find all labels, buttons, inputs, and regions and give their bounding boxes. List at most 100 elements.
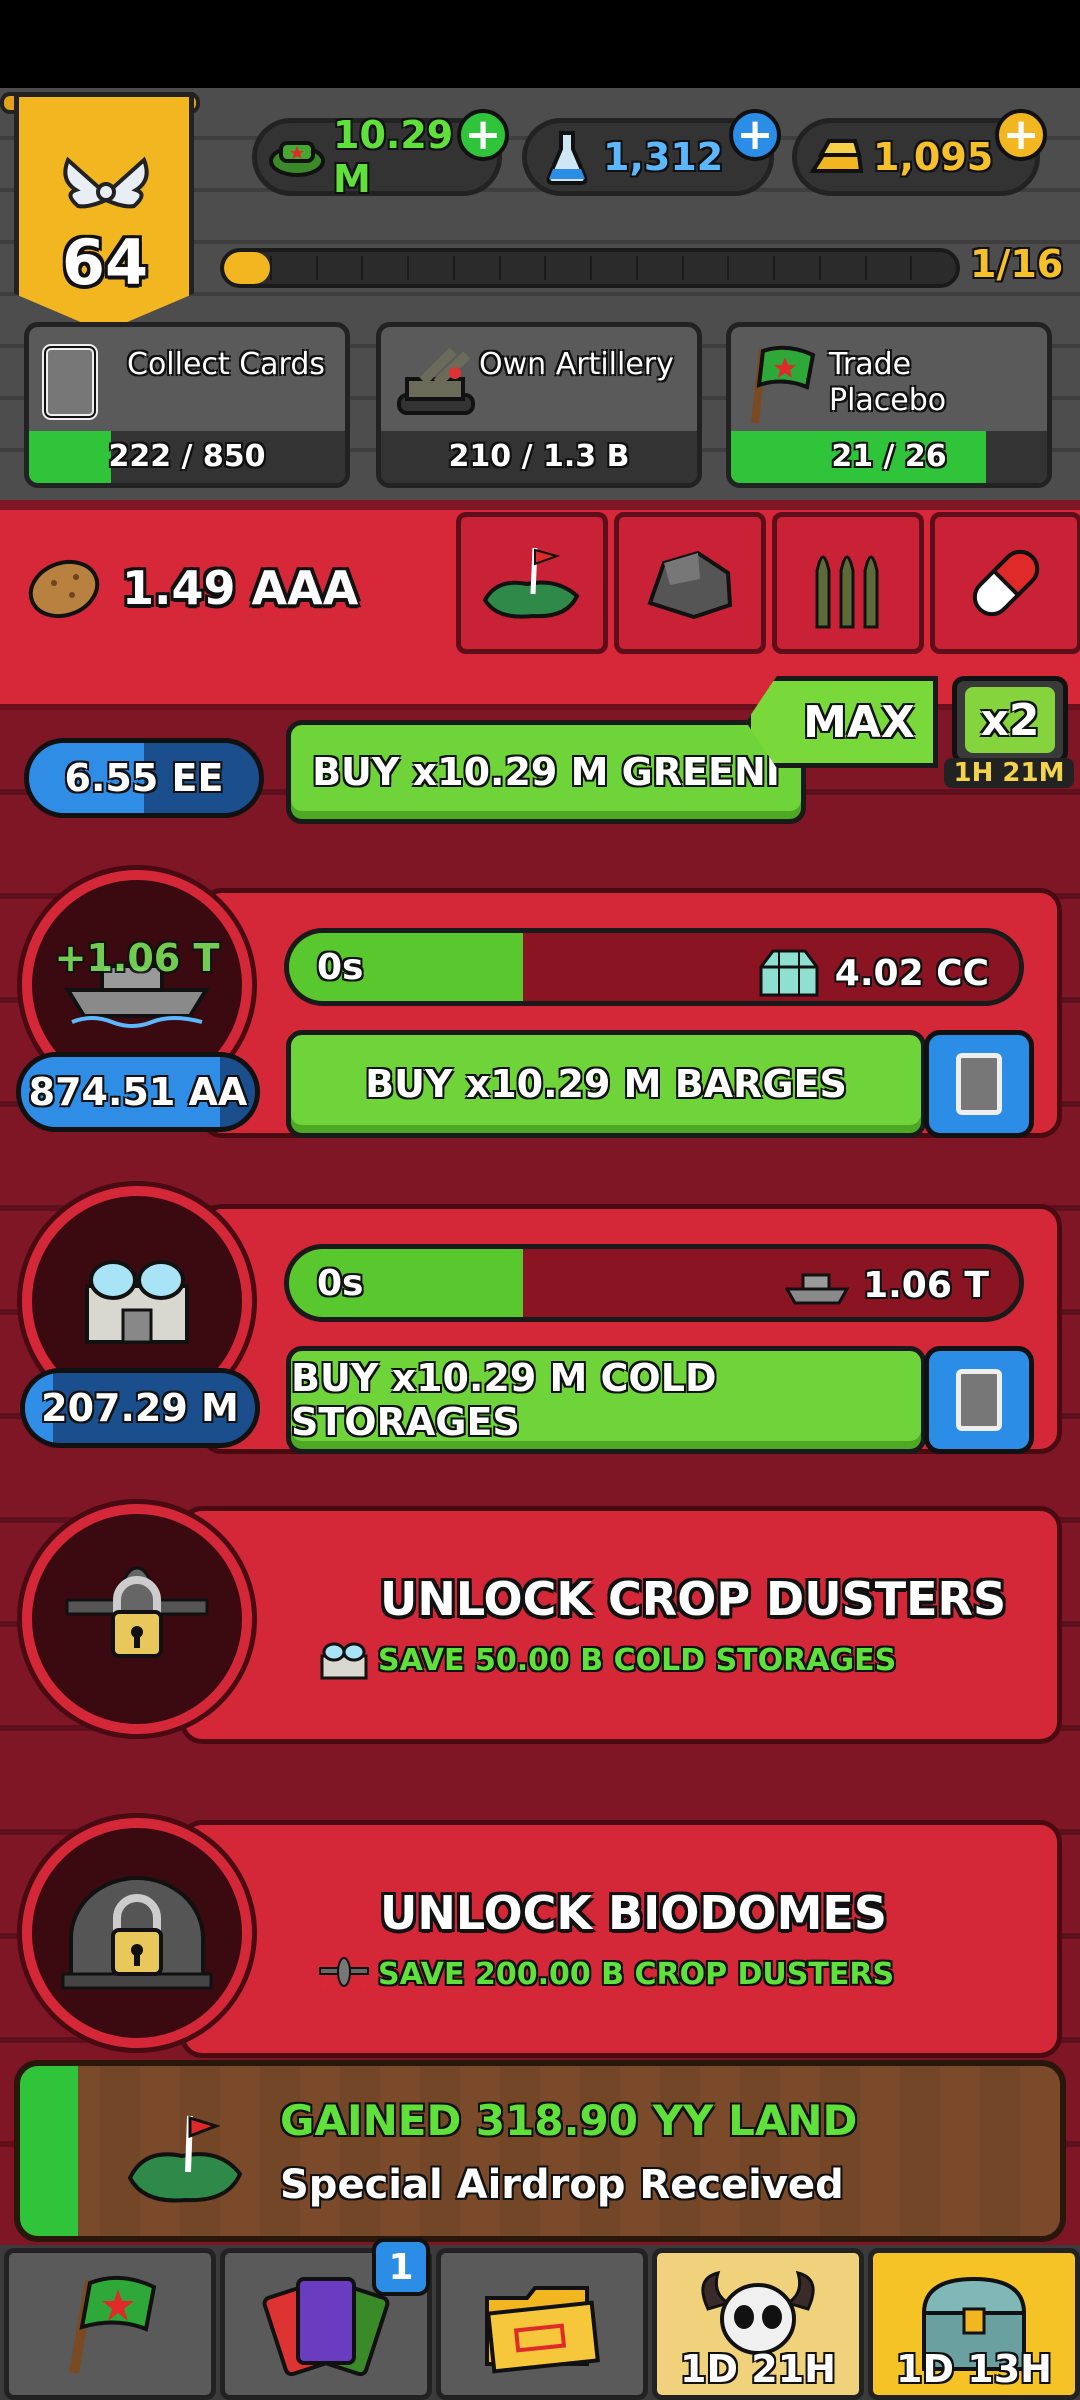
output-value: 4.02 CC: [834, 952, 989, 994]
output-amount: 4.02 CC: [757, 947, 989, 999]
nav-event-skull[interactable]: 1D 21H: [652, 2248, 864, 2400]
max-label: MAX: [803, 696, 915, 748]
mission-trade-placebo[interactable]: Trade Placebo 21 / 26: [726, 322, 1052, 488]
gold-counter[interactable]: 1,095 +: [792, 109, 1047, 196]
crop-duster-icon: [319, 1957, 369, 1991]
xp-segment-divider: [315, 256, 318, 280]
count-value: 6.55 EE: [64, 756, 224, 800]
xp-segment-divider: [727, 256, 730, 280]
xp-progress-fill: [224, 252, 270, 284]
add-gold-button[interactable]: +: [995, 109, 1047, 161]
nav-event-chest[interactable]: 1D 13H: [868, 2248, 1080, 2400]
barges-count: 874.51 AA: [16, 1052, 260, 1132]
science-counter[interactable]: 1,312 +: [522, 109, 781, 196]
boost-timer: 1H 21M: [944, 758, 1074, 788]
mission-collect-cards[interactable]: Collect Cards 222 / 850: [24, 322, 350, 488]
gold-bars-icon: [807, 127, 867, 187]
mission-progress-text: 21 / 26: [831, 439, 947, 474]
event-timer: 1D 21H: [680, 2347, 836, 2391]
xp-segment-divider: [544, 256, 547, 280]
xp-segment-divider: [681, 256, 684, 280]
x2-boost-button[interactable]: x2: [952, 676, 1068, 764]
xp-segment-divider: [407, 256, 409, 280]
add-science-button[interactable]: +: [729, 109, 781, 161]
ammo-icon: [815, 555, 879, 629]
tab-pill[interactable]: [930, 512, 1080, 654]
land-flag-icon: [482, 547, 580, 619]
mission-own-artillery[interactable]: Own Artillery 210 / 1.3 B: [376, 322, 702, 488]
mission-label: Own Artillery: [479, 347, 674, 382]
cards-badge: 1: [372, 2238, 430, 2296]
buy-cold-storages-button[interactable]: BUY x10.29 M COLD STORAGES: [286, 1346, 926, 1454]
tab-ore[interactable]: [614, 512, 766, 654]
cold-storages-card-upgrade-button[interactable]: [924, 1346, 1034, 1454]
pill-icon: [972, 549, 1040, 617]
padlock-plane-icon: [65, 1566, 209, 1658]
land-flag-icon: [127, 2115, 243, 2203]
cold-storages-count: 207.29 M: [20, 1368, 260, 1448]
requirement-text: SAVE 50.00 B COLD STORAGES: [378, 1642, 897, 1678]
count-value: 207.29 M: [41, 1386, 239, 1430]
artillery-icon: [393, 343, 475, 423]
xp-segment-divider: [910, 256, 913, 280]
xp-segment-divider: [269, 256, 272, 280]
max-button[interactable]: MAX: [746, 676, 938, 768]
nav-missions[interactable]: [4, 2248, 216, 2400]
xp-segment-divider: [361, 256, 364, 280]
timer-text: 0s: [317, 947, 364, 988]
mission-progress-bar: 210 / 1.3 B: [381, 431, 697, 483]
xp-segment-divider: [818, 256, 821, 280]
count-value: 874.51 AA: [28, 1070, 248, 1114]
nav-research[interactable]: [436, 2248, 648, 2400]
airdrop-toast[interactable]: GAINED 318.90 YY LAND Special Airdrop Re…: [14, 2060, 1066, 2242]
locked-title: UNLOCK CROP DUSTERS: [380, 1572, 1007, 1626]
add-money-button[interactable]: +: [457, 109, 509, 161]
toast-title: GAINED 318.90 YY LAND: [280, 2096, 858, 2145]
gold-value: 1,095: [873, 135, 994, 179]
toast-accent: [20, 2066, 78, 2236]
card-icon: [41, 343, 111, 423]
folder-icon: [485, 2286, 600, 2374]
timer-text: 0s: [317, 1263, 364, 1304]
output-value: 1.06 T: [863, 1264, 989, 1306]
mission-progress-bar: 21 / 26: [731, 431, 1047, 483]
locked-requirement: SAVE 50.00 B COLD STORAGES: [316, 1638, 896, 1682]
greenhouses-count: 6.55 EE: [24, 738, 264, 818]
potato-counter: 1.49 AAA: [24, 548, 358, 628]
biodomes-portrait: [22, 1818, 252, 2048]
cold-storages-progress-bar: 0s 1.06 T: [284, 1244, 1024, 1322]
science-value: 1,312: [603, 135, 724, 179]
locked-requirement: SAVE 200.00 B CROP DUSTERS: [316, 1952, 894, 1996]
output-amount: 1.06 T: [785, 1263, 989, 1307]
barge-icon: [785, 1273, 850, 1305]
barges-progress-bar: 0s 4.02 CC: [284, 928, 1024, 1006]
mission-progress-text: 222 / 850: [108, 439, 266, 474]
flag-icon: [69, 2275, 157, 2374]
flag-icon: [743, 343, 816, 424]
xp-segment-divider: [590, 256, 592, 280]
xp-progress-text: 1/16: [970, 242, 1064, 286]
mission-label: Trade Placebo: [829, 347, 947, 418]
money-counter[interactable]: 10.29 M +: [252, 109, 509, 201]
buy-greenhouses-button[interactable]: BUY x10.29 M GREENI: [286, 720, 806, 824]
tab-land[interactable]: [456, 512, 608, 654]
greenhouse-icon: [759, 949, 819, 997]
cold-storage-icon: [320, 1642, 368, 1680]
cold-storage-icon: [85, 1260, 189, 1344]
locked-title: UNLOCK BIODOMES: [380, 1886, 887, 1940]
player-level: 64: [61, 226, 149, 299]
army-cap-icon: [267, 127, 327, 187]
tab-ammo[interactable]: [772, 512, 924, 654]
buy-barges-button[interactable]: BUY x10.29 M BARGES: [286, 1030, 926, 1138]
potato-icon: [28, 559, 100, 619]
xp-segment-divider: [635, 256, 638, 280]
ore-icon: [647, 550, 733, 620]
barges-card-upgrade-button[interactable]: [924, 1030, 1034, 1138]
mission-progress-bar: 222 / 850: [29, 431, 345, 483]
xp-segment-divider: [452, 256, 455, 280]
xp-segment-divider: [773, 256, 775, 280]
floating-gain: +1.06 T: [54, 936, 220, 980]
buy-label: BUY x10.29 M GREENI: [312, 750, 780, 794]
buy-label: BUY x10.29 M BARGES: [365, 1062, 847, 1106]
padlock-dome-icon: [61, 1876, 213, 1990]
